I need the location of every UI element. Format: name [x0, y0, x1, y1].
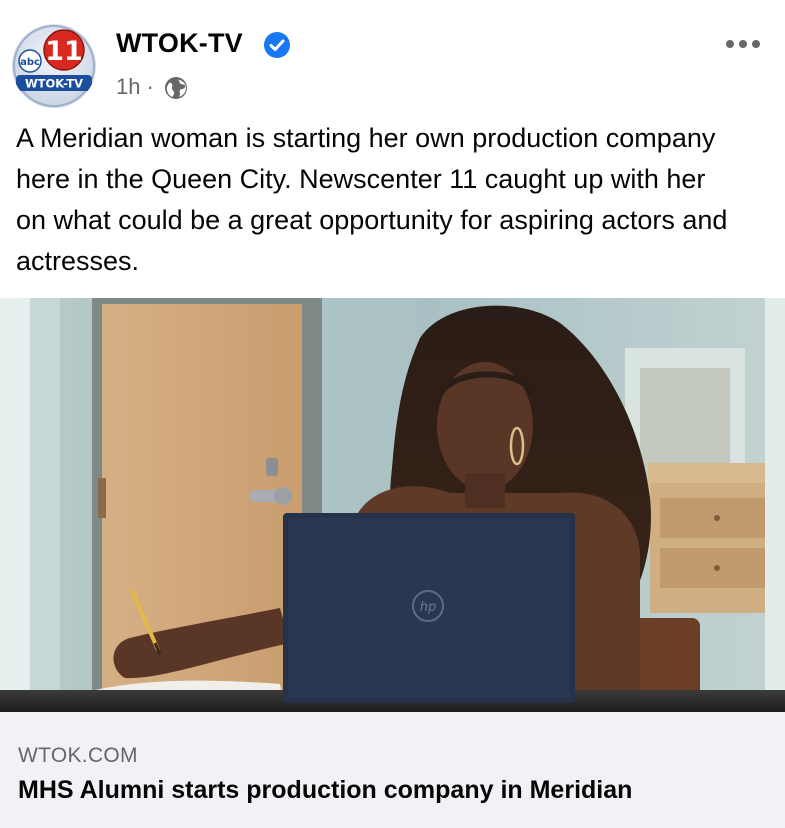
logo-station: WTOK-TV	[25, 77, 83, 91]
post-text: A Meridian woman is starting her own pro…	[16, 123, 728, 276]
globe-icon[interactable]	[164, 76, 188, 100]
page-avatar[interactable]: 11 abc WTOK-TV	[12, 24, 96, 108]
post-time[interactable]: 1h	[116, 74, 140, 99]
link-domain: WTOK.COM	[18, 744, 138, 767]
wtok-logo: 11 abc WTOK-TV	[12, 24, 96, 108]
laptop-logo: hp	[420, 600, 437, 615]
post-meta: 1h ·	[116, 74, 160, 100]
logo-number: 11	[45, 36, 83, 67]
news-photo: hp	[0, 298, 785, 712]
post-header: 11 abc WTOK-TV WTOK-TV 1h ·	[0, 0, 785, 110]
link-title[interactable]: MHS Alumni starts production company in …	[18, 776, 632, 805]
verified-badge-icon	[264, 32, 290, 58]
page-name[interactable]: WTOK-TV	[116, 28, 243, 59]
link-preview[interactable]: WTOK.COM MHS Alumni starts production co…	[0, 712, 785, 828]
meta-separator: ·	[146, 74, 154, 99]
post-photo[interactable]: hp	[0, 298, 785, 712]
more-options-icon[interactable]	[722, 34, 764, 54]
logo-abc: abc	[20, 57, 40, 68]
